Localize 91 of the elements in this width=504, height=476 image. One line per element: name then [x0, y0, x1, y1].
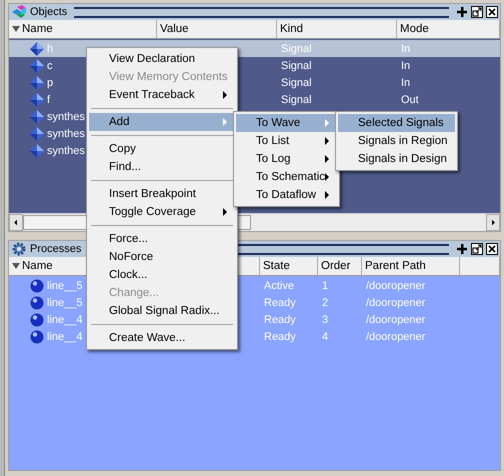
cubes-icon	[11, 4, 27, 20]
panel-title: Objects	[30, 6, 68, 18]
close-icon[interactable]	[486, 6, 498, 18]
process-order: 4	[322, 330, 328, 342]
menu-item[interactable]: Selected Signals	[338, 114, 455, 132]
signal-mode: Out	[401, 94, 419, 106]
process-state: Ready	[264, 330, 296, 342]
scroll-right-icon[interactable]	[486, 214, 500, 231]
undock-icon[interactable]	[471, 243, 483, 255]
menu-item[interactable]: To Wave	[236, 114, 337, 132]
process-order: 1	[322, 280, 328, 292]
menu-item[interactable]: Create Wave...	[89, 329, 235, 347]
column-header[interactable]: Name	[9, 20, 157, 38]
signal-name: c	[47, 60, 52, 72]
submenu-arrow-icon	[223, 91, 227, 99]
sphere-icon	[30, 278, 44, 292]
column-header[interactable]: Value	[157, 20, 277, 38]
process-path: /dooropener	[366, 314, 426, 326]
process-state: Ready	[264, 296, 296, 308]
submenu-arrow-icon	[325, 155, 329, 163]
signal-name: synthes	[47, 144, 85, 156]
panel-title: Processes	[30, 243, 82, 255]
signal-name: synthes	[47, 128, 85, 140]
signal-name: f	[47, 94, 50, 106]
sort-icon[interactable]	[12, 262, 20, 270]
signal-kind: Signal	[281, 42, 312, 54]
menu-item[interactable]: Global Signal Radix...	[89, 302, 235, 320]
diamond-icon	[30, 126, 44, 140]
submenu-arrow-icon	[325, 173, 330, 181]
diamond-icon	[30, 144, 44, 158]
signal-mode: In	[401, 42, 410, 54]
diamond-icon	[30, 110, 44, 124]
signal-name: h	[47, 42, 54, 54]
column-header[interactable]: Kind	[277, 20, 397, 38]
plus-icon[interactable]	[456, 243, 468, 255]
process-path: /dooropener	[366, 296, 426, 308]
process-name: line__5	[47, 280, 82, 292]
process-order: 3	[322, 314, 328, 326]
process-state: Ready	[264, 314, 296, 326]
column-header[interactable]: Parent Path	[362, 257, 460, 275]
menu-item[interactable]: To Schematic	[236, 168, 337, 186]
process-name: line__4	[47, 314, 82, 326]
process-path: /dooropener	[366, 330, 426, 342]
signal-mode: In	[401, 76, 410, 88]
plus-icon[interactable]	[456, 6, 468, 18]
menu-item[interactable]: To List	[236, 132, 337, 150]
sphere-icon	[30, 330, 44, 344]
process-name: line__5	[47, 296, 82, 308]
menu-item[interactable]: Insert Breakpoint	[89, 185, 235, 203]
sphere-icon	[30, 296, 44, 310]
menu-item[interactable]: To Log	[236, 150, 337, 168]
signal-name: p	[47, 76, 54, 88]
process-order: 2	[322, 296, 328, 308]
menu-item[interactable]: Signals in Region	[338, 132, 455, 150]
menu-item[interactable]: Force...	[89, 230, 235, 248]
scroll-left-icon[interactable]	[9, 214, 23, 231]
process-state: Active	[264, 280, 294, 292]
diamond-icon	[30, 58, 44, 72]
diamond-icon	[30, 76, 44, 90]
menu-item[interactable]: Add	[89, 113, 235, 131]
column-header[interactable]: State	[260, 257, 318, 275]
signal-mode: In	[401, 60, 410, 72]
column-header[interactable]: Order	[318, 257, 362, 275]
diamond-icon	[30, 92, 44, 106]
close-icon[interactable]	[486, 243, 498, 255]
undock-icon[interactable]	[471, 6, 483, 18]
menu-item[interactable]: Toggle Coverage	[89, 203, 235, 221]
menu-item[interactable]: NoForce	[89, 248, 235, 266]
column-header[interactable]: Mode	[397, 20, 500, 38]
signal-kind: Signal	[281, 60, 312, 72]
signal-kind: Signal	[281, 94, 312, 106]
signal-kind: Signal	[281, 76, 312, 88]
submenu-arrow-icon	[325, 137, 329, 145]
gear-icon	[11, 241, 27, 257]
submenu-arrow-icon	[223, 118, 227, 126]
diamond-icon	[30, 42, 44, 56]
submenu-arrow-icon	[325, 119, 329, 127]
sphere-icon	[30, 312, 44, 326]
menu-item[interactable]: View Declaration	[89, 50, 235, 68]
menu-item[interactable]: Find...	[89, 158, 235, 176]
menu-item[interactable]: Copy	[89, 140, 235, 158]
menu-item[interactable]: Event Traceback	[89, 86, 235, 104]
signal-name: synthes	[47, 110, 85, 122]
sort-icon[interactable]	[12, 25, 20, 33]
submenu-arrow-icon	[223, 208, 227, 216]
process-path: /dooropener	[366, 280, 426, 292]
process-name: line__4	[47, 330, 82, 342]
menu-item[interactable]: Signals in Design	[338, 150, 455, 168]
submenu-arrow-icon	[325, 191, 329, 199]
menu-item[interactable]: Clock...	[89, 266, 235, 284]
menu-item[interactable]: To Dataflow	[236, 186, 337, 204]
